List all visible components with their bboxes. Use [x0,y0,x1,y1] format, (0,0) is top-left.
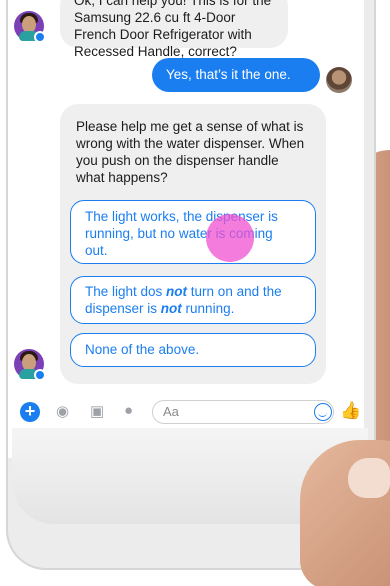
quick-reply-option-2[interactable]: The light dos not turn on and the dispen… [70,276,316,324]
like-icon[interactable]: 👍 [340,401,361,421]
stage: { "messages": { "bot_msg_1_lines": ["Ok,… [0,0,390,586]
option-3-label: None of the above. [85,342,200,357]
quick-reply-option-3[interactable]: None of the above. [70,333,316,367]
option-1-line-3: out. [85,243,108,258]
bot-avatar-2 [14,349,46,381]
bot-message-2-line-2: wrong with the water dispenser. When [76,136,305,151]
bot-message-2-line-1: Please help me get a sense of what is [76,119,304,134]
bot-message-2-line-4: what happens? [76,170,168,185]
emoji-icon[interactable] [314,403,332,421]
option-2-line-2: dispenser is not running. [85,300,301,317]
option-2-text-d: running. [181,301,235,316]
bot-message-1-line-1: Ok, I can help you! This is for the [74,0,272,8]
message-input[interactable]: Aa [152,400,334,424]
bot-message-2-line-3: you push on the dispenser handle [76,153,279,168]
composer-bar: + ◉ ▣ ● Aa 👍 [8,395,364,427]
thumb-nail [348,458,390,498]
option-2-emphasis-2: not [160,301,182,316]
option-2-text-a: The light dos [85,284,167,299]
bot-message-1: Ok, I can help you! This is for the Sams… [60,0,288,59]
photo-icon[interactable]: ▣ [90,402,104,420]
option-2-line-1: The light dos not turn on and the [85,283,301,300]
messenger-badge-icon-2 [34,369,46,381]
messenger-badge-icon [34,31,46,43]
microphone-icon[interactable]: ● [124,402,133,419]
option-1-line-2: running, but no water is coming [85,226,273,241]
option-2-text-b: turn on and the [187,284,282,299]
bot-message-1-line-2: Samsung 22.6 cu ft 4-Door [74,10,236,25]
option-1-line-1: The light works, the dispenser is [85,209,278,224]
user-avatar [326,67,352,93]
quick-reply-option-1[interactable]: The light works, the dispenser is runnin… [70,200,316,264]
option-2-emphasis-1: not [166,284,188,299]
bot-message-1-line-3: French Door Refrigerator with [74,27,252,42]
bot-avatar [14,11,46,43]
messenger-screen: Ok, I can help you! This is for the Sams… [8,0,364,458]
tap-indicator [206,214,254,262]
user-message: Yes, that’s it the one. [152,58,320,92]
camera-icon[interactable]: ◉ [56,402,69,420]
plus-icon[interactable]: + [20,402,40,422]
option-2-text-c: dispenser is [85,301,161,316]
